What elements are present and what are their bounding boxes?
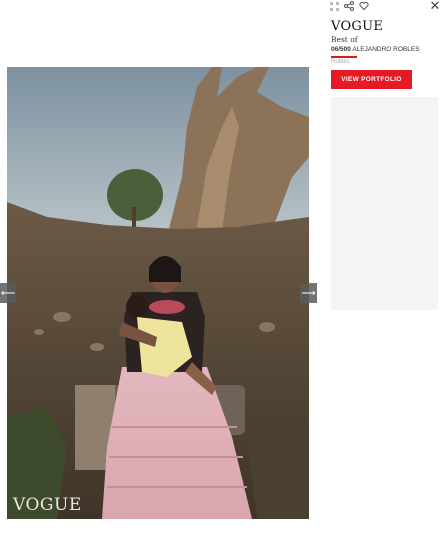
arrow-right-icon: ⟶ <box>301 287 316 299</box>
gallery-photo[interactable]: VOGUE <box>7 67 309 519</box>
photo-counter-line: 06/500 ALEJANDRO ROBLES <box>331 46 420 53</box>
ad-panel <box>331 97 438 310</box>
next-photo-button[interactable]: ⟶ <box>300 283 317 303</box>
view-portfolio-button[interactable]: VIEW PORTFOLIO <box>331 70 412 89</box>
photo-watermark-logo: VOGUE <box>13 495 82 515</box>
photo-image <box>7 67 309 519</box>
brand-logo: VOGUE <box>331 19 384 34</box>
previous-photo-button[interactable]: ⟵ <box>0 283 16 303</box>
heart-icon[interactable] <box>358 0 370 12</box>
share-icon[interactable] <box>343 0 355 12</box>
photo-counter: 06/500 <box>331 46 351 53</box>
counter-underline <box>331 56 357 58</box>
close-button[interactable]: ✕ <box>429 0 441 12</box>
close-icon: ✕ <box>429 0 441 13</box>
photo-subject: Robles <box>331 59 350 65</box>
arrow-left-icon: ⟵ <box>0 287 16 299</box>
collection-title: Best of <box>331 35 358 44</box>
grid-icon[interactable] <box>328 0 340 12</box>
photographer-name: ALEJANDRO ROBLES <box>352 46 420 53</box>
